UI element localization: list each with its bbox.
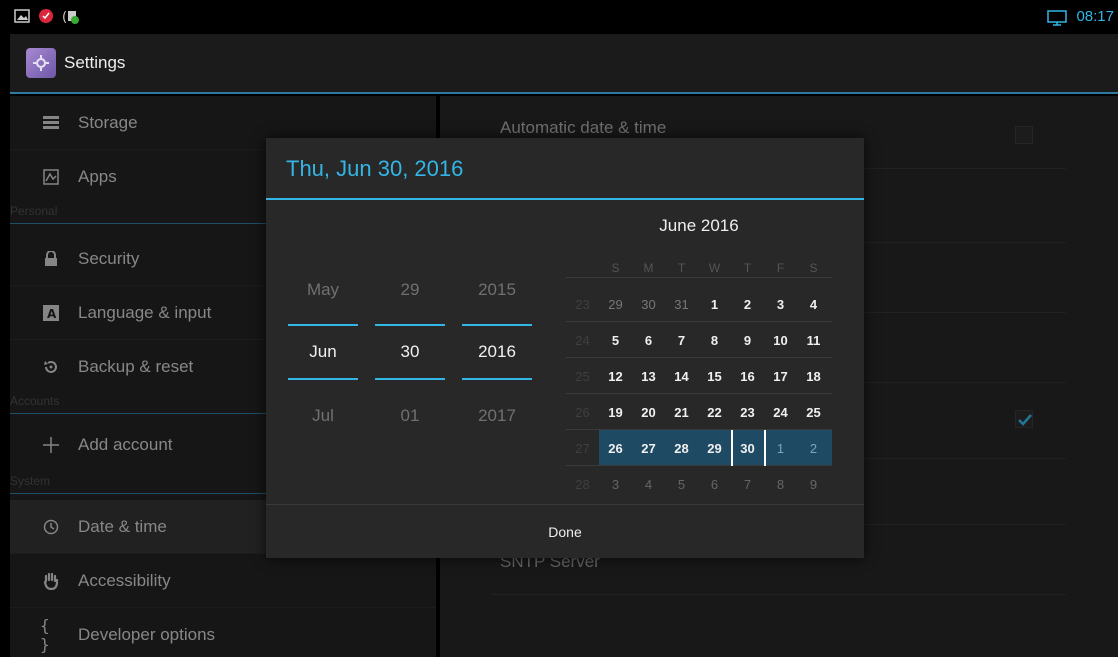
week-number: 26 — [575, 404, 590, 420]
calendar-day[interactable]: 29 — [698, 430, 731, 466]
calendar-day[interactable]: 15 — [698, 358, 731, 394]
calendar-day[interactable]: 22 — [698, 394, 731, 430]
calendar-day[interactable]: 7 — [731, 466, 764, 502]
warning-icon — [38, 8, 54, 24]
calendar-day[interactable]: 12 — [599, 358, 632, 394]
dialog-title-divider — [266, 198, 864, 200]
calendar-day[interactable]: 21 — [665, 394, 698, 430]
divider — [566, 277, 832, 278]
weekday-label: W — [708, 261, 721, 275]
week-number: 28 — [575, 476, 590, 492]
action-bar: Settings — [10, 34, 1118, 94]
spinner-divider — [375, 324, 445, 326]
calendar-day[interactable]: 5 — [599, 322, 632, 358]
calendar-day[interactable]: 25 — [797, 394, 830, 430]
calendar-day[interactable]: 16 — [731, 358, 764, 394]
spinner-divider — [288, 378, 358, 380]
weekday-label: T — [743, 261, 752, 275]
calendar-day[interactable]: 30 — [731, 430, 764, 466]
calendar-day[interactable]: 2 — [797, 430, 830, 466]
desktop-connection-icon — [1046, 9, 1068, 26]
calendar-day[interactable]: 4 — [797, 286, 830, 322]
calendar-day[interactable]: 7 — [665, 322, 698, 358]
calendar-day[interactable]: 13 — [632, 358, 665, 394]
calendar-week-row: 24 5 6 7 8 9 10 11 — [566, 322, 830, 358]
done-button[interactable]: Done — [266, 505, 864, 558]
calendar-week-row: 27 26 27 28 29 30 1 2 — [566, 430, 830, 466]
calendar-day[interactable]: 14 — [665, 358, 698, 394]
calendar-day[interactable]: 24 — [764, 394, 797, 430]
settings-app-icon[interactable] — [26, 48, 56, 78]
calendar-day[interactable]: 19 — [599, 394, 632, 430]
gallery-icon — [14, 8, 30, 24]
calendar-day[interactable]: 27 — [632, 430, 665, 466]
spinner-divider — [462, 324, 532, 326]
week-number: 25 — [575, 368, 590, 384]
weekday-label: S — [611, 261, 620, 275]
calendar-week-row: 26 19 20 21 22 23 24 25 — [566, 394, 830, 430]
calendar-day[interactable]: 10 — [764, 322, 797, 358]
calendar-day[interactable]: 3 — [764, 286, 797, 322]
spinner-divider — [462, 378, 532, 380]
usb-call-icon: ( — [62, 8, 79, 25]
calendar-day[interactable]: 3 — [599, 466, 632, 502]
selected-day-marker — [764, 430, 766, 466]
calendar-week-row: 28 3 4 5 6 7 8 9 — [566, 466, 830, 502]
calendar-day[interactable]: 4 — [632, 466, 665, 502]
calendar-day[interactable]: 8 — [698, 322, 731, 358]
week-number: 24 — [575, 332, 590, 348]
calendar-day[interactable]: 18 — [797, 358, 830, 394]
calendar-week-row: 23 29 30 31 1 2 3 4 — [566, 286, 830, 322]
calendar-day[interactable]: 1 — [698, 286, 731, 322]
month-next[interactable]: Jul — [288, 406, 358, 426]
calendar-day[interactable]: 9 — [797, 466, 830, 502]
month-current[interactable]: Jun — [288, 342, 358, 362]
calendar-day[interactable]: 28 — [665, 430, 698, 466]
calendar-day[interactable]: 11 — [797, 322, 830, 358]
year-current[interactable]: 2016 — [462, 342, 532, 362]
day-current[interactable]: 30 — [375, 342, 445, 362]
calendar-day[interactable]: 31 — [665, 286, 698, 322]
spinner-divider — [375, 378, 445, 380]
weekday-label: M — [643, 261, 654, 275]
weekday-label: T — [677, 261, 686, 275]
week-number-spacer — [566, 250, 599, 286]
selected-day-marker — [731, 430, 733, 466]
dialog-title: Thu, Jun 30, 2016 — [286, 156, 464, 181]
year-next[interactable]: 2017 — [462, 406, 532, 426]
calendar-day[interactable]: 20 — [632, 394, 665, 430]
week-number: 23 — [575, 296, 590, 312]
status-time: 08:17 — [1076, 8, 1114, 25]
spinner-divider — [288, 324, 358, 326]
weekday-label: S — [809, 261, 818, 275]
month-prev[interactable]: May — [288, 280, 358, 300]
calendar-day[interactable]: 6 — [632, 322, 665, 358]
calendar-day[interactable]: 5 — [665, 466, 698, 502]
calendar-weekday-header: S M T W T F S — [566, 250, 830, 286]
app-title: Settings — [64, 53, 126, 72]
day-next[interactable]: 01 — [375, 406, 445, 426]
date-picker-dialog: Thu, Jun 30, 2016 May Jun Jul 29 30 01 2… — [266, 138, 864, 558]
year-prev[interactable]: 2015 — [462, 280, 532, 300]
calendar-day[interactable]: 17 — [764, 358, 797, 394]
calendar-day[interactable]: 30 — [632, 286, 665, 322]
calendar-day[interactable]: 1 — [764, 430, 797, 466]
svg-text:(: ( — [62, 10, 67, 24]
calendar-month-title: June 2016 — [659, 216, 739, 235]
calendar-day[interactable]: 23 — [731, 394, 764, 430]
weekday-label: F — [776, 261, 785, 275]
status-bar: ( 08:17 — [0, 0, 1118, 34]
day-prev[interactable]: 29 — [375, 280, 445, 300]
calendar-day[interactable]: 29 — [599, 286, 632, 322]
calendar-day[interactable]: 26 — [599, 430, 632, 466]
calendar-day[interactable]: 2 — [731, 286, 764, 322]
calendar-week-row: 25 12 13 14 15 16 17 18 — [566, 358, 830, 394]
calendar-day[interactable]: 6 — [698, 466, 731, 502]
week-number: 27 — [575, 440, 590, 456]
calendar-day[interactable]: 9 — [731, 322, 764, 358]
calendar-day[interactable]: 8 — [764, 466, 797, 502]
